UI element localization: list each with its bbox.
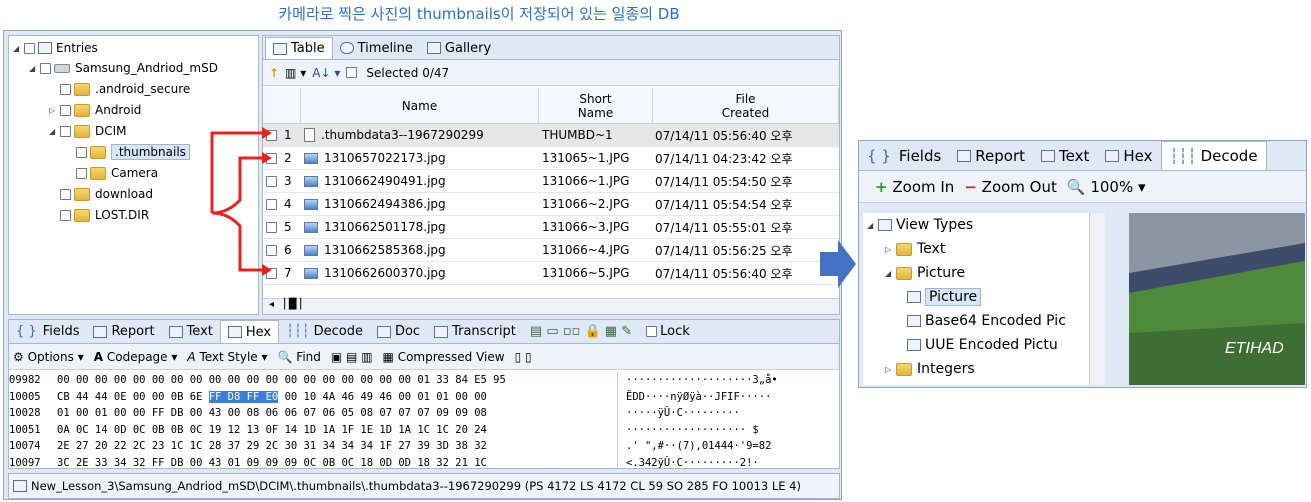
arrow-to-row-7 xyxy=(211,211,262,272)
view-types-icon xyxy=(878,219,892,231)
tree-base64[interactable]: Base64 Encoded Pic xyxy=(907,309,1066,333)
view-types-tree: ◢ View Types ▷ Text ◢ Picture Picture Base6… xyxy=(863,213,1105,385)
tree-uue[interactable]: UUE Encoded Pictu xyxy=(907,333,1058,357)
decode-tab-text[interactable]: Text xyxy=(1033,141,1097,170)
tree-text[interactable]: ▷ Text xyxy=(885,237,945,261)
photo-text: ETIHAD xyxy=(1225,340,1284,357)
arrowhead-2 xyxy=(262,152,272,164)
decoded-picture: ETIHAD xyxy=(1129,213,1305,385)
zoom-level-dropdown[interactable]: 🔍 100% ▾ xyxy=(1067,178,1146,196)
folder-icon xyxy=(896,362,912,376)
decode-tab-report[interactable]: Report xyxy=(949,141,1033,170)
arrowhead-7 xyxy=(262,264,272,276)
decode-toolbar: + Zoom In − Zoom Out 🔍 100% ▾ xyxy=(859,171,1306,203)
tree-picture-folder[interactable]: ◢ Picture xyxy=(885,261,965,285)
text-icon xyxy=(1041,149,1056,162)
tree-view-types[interactable]: ◢ View Types xyxy=(867,213,973,237)
tree-integers[interactable]: ▷ Integers xyxy=(885,357,975,381)
decode-tab-hex[interactable]: Hex xyxy=(1097,141,1160,170)
decode-tabs: { } Fields Report Text Hex ┆┆┆ Decode xyxy=(859,141,1306,171)
stadium-image: ETIHAD xyxy=(1129,213,1305,385)
zoom-in-button[interactable]: + Zoom In xyxy=(875,178,954,196)
picture-icon xyxy=(907,339,921,351)
decode-panel: { } Fields Report Text Hex ┆┆┆ Decode + Zo… xyxy=(858,140,1307,388)
folder-icon xyxy=(896,266,912,280)
arrowhead-1 xyxy=(262,127,272,139)
fields-icon: { } xyxy=(867,146,891,165)
picture-icon xyxy=(907,315,921,327)
blue-arrow xyxy=(820,240,856,288)
picture-icon xyxy=(907,291,921,303)
tree-scrollbar[interactable] xyxy=(1089,213,1105,385)
zoom-out-button[interactable]: − Zoom Out xyxy=(964,178,1057,196)
arrow-to-row-2 xyxy=(211,156,262,215)
hex-icon xyxy=(1105,149,1120,162)
decode-icon: ┆┆┆ xyxy=(1169,147,1197,165)
report-icon xyxy=(957,149,972,162)
decode-tab-decode[interactable]: ┆┆┆ Decode xyxy=(1160,141,1267,170)
folder-icon xyxy=(896,242,912,256)
tree-picture[interactable]: Picture xyxy=(907,285,982,309)
decode-tab-fields[interactable]: { } Fields xyxy=(859,141,949,170)
